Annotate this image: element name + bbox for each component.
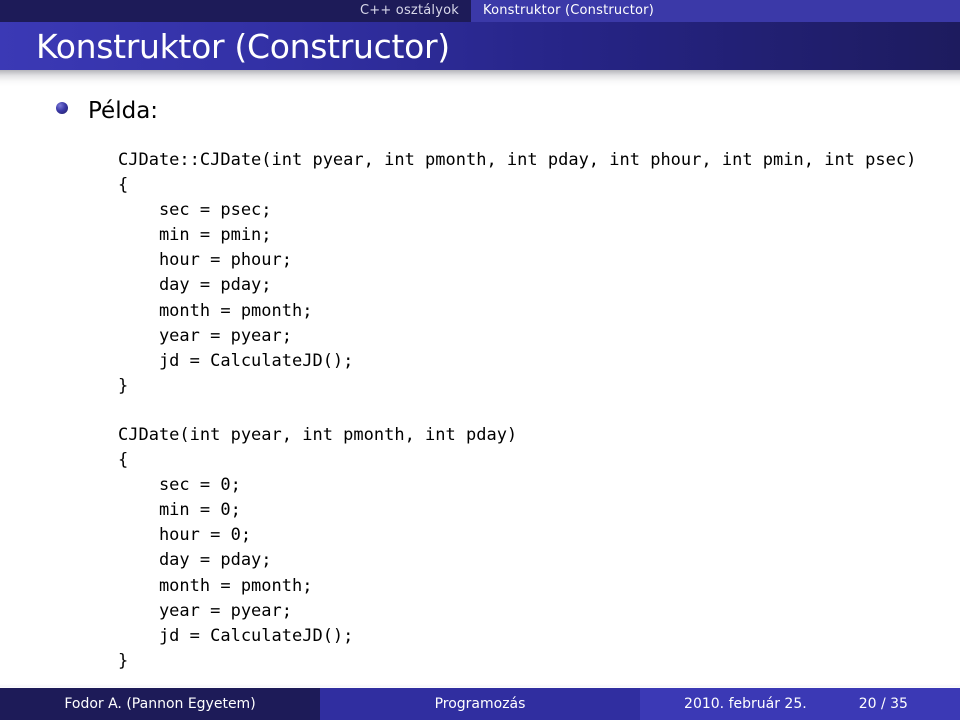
code-line: day = pday; xyxy=(118,275,272,296)
footer-bar: Fodor A. (Pannon Egyetem) Programozás 20… xyxy=(0,688,960,720)
code-line: jd = CalculateJD(); xyxy=(118,625,354,646)
navbar-subsection-constructor[interactable]: Konstruktor (Constructor) xyxy=(471,0,960,22)
code-line: month = pmonth; xyxy=(118,300,313,321)
footer-presentation-title: Programozás xyxy=(320,688,640,720)
footer-date-page-group: 2010. február 25. 20 / 35 xyxy=(640,688,960,720)
code-block-constructor-short: CJDate(int pyear, int pmonth, int pday) {… xyxy=(118,423,517,674)
code-block-constructor-full: CJDate::CJDate(int pyear, int pmonth, in… xyxy=(118,148,916,399)
slide-title-bar: Konstruktor (Constructor) xyxy=(0,22,960,70)
navbar-left-spacer xyxy=(0,0,348,22)
navigation-bar: C++ osztályok Konstruktor (Constructor) xyxy=(0,0,960,22)
bullet-item-label: Példa: xyxy=(88,98,159,124)
title-bar-shadow xyxy=(0,70,960,86)
code-line: month = pmonth; xyxy=(118,575,313,596)
code-line: min = 0; xyxy=(118,500,241,521)
navbar-section-cpp-classes[interactable]: C++ osztályok xyxy=(348,0,471,22)
footer-page-number: 20 / 35 xyxy=(858,696,908,712)
presentation-slide: C++ osztályok Konstruktor (Constructor) … xyxy=(0,0,960,720)
code-line: hour = 0; xyxy=(118,525,252,546)
bullet-sphere-icon xyxy=(56,102,68,114)
code-line: } xyxy=(118,375,129,396)
code-line: year = pyear; xyxy=(118,600,292,621)
slide-content: Példa: CJDate::CJDate(int pyear, int pmo… xyxy=(0,86,960,686)
code-line: sec = 0; xyxy=(118,475,241,496)
code-line: CJDate(int pyear, int pmonth, int pday) xyxy=(118,425,518,445)
footer-author: Fodor A. (Pannon Egyetem) xyxy=(0,688,320,720)
code-line: year = pyear; xyxy=(118,325,292,346)
code-line: day = pday; xyxy=(118,550,272,571)
footer-date: 2010. február 25. xyxy=(684,696,807,712)
code-line: jd = CalculateJD(); xyxy=(118,350,354,371)
page-title: Konstruktor (Constructor) xyxy=(36,26,450,66)
code-line: hour = phour; xyxy=(118,250,292,271)
code-line: { xyxy=(118,450,129,471)
code-line: } xyxy=(118,650,129,671)
bullet-item-example: Példa: xyxy=(56,100,158,123)
code-line: CJDate::CJDate(int pyear, int pmonth, in… xyxy=(118,150,917,170)
code-line: sec = psec; xyxy=(118,200,272,221)
code-line: min = pmin; xyxy=(118,225,272,246)
code-line: { xyxy=(118,175,129,196)
